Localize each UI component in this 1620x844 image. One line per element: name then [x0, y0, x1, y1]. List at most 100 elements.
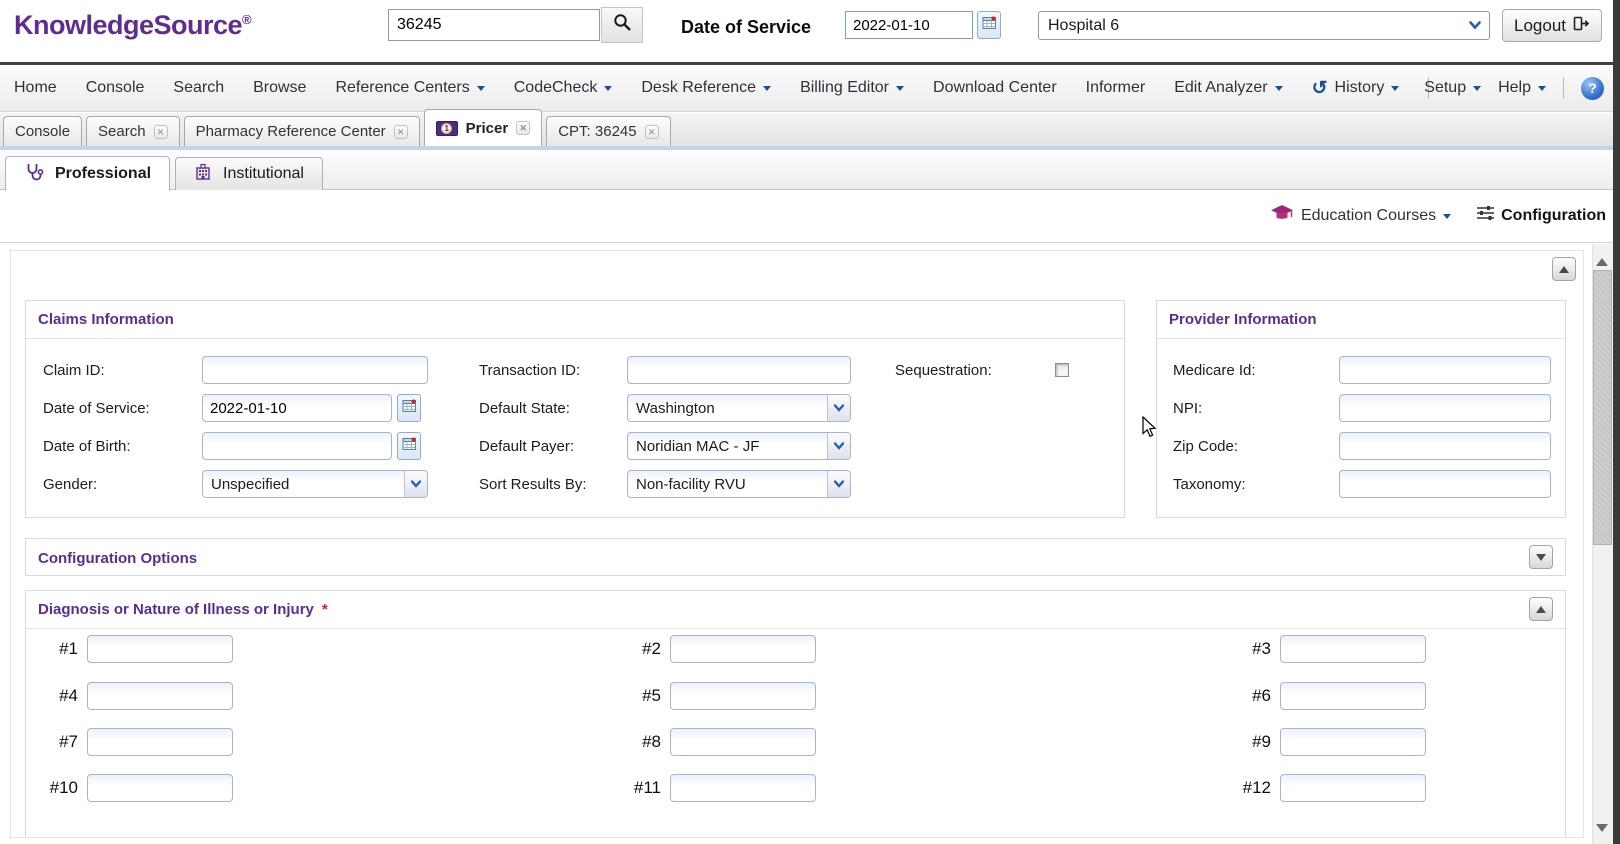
diagnosis-input-12[interactable] [1280, 774, 1426, 802]
diagnosis-input-9[interactable] [1280, 728, 1426, 756]
menu-edit-analyzer[interactable]: Edit Analyzer [1174, 79, 1282, 97]
menu-informer[interactable]: Informer [1086, 79, 1146, 97]
claims-information-title: Claims Information [26, 301, 1124, 339]
diagnosis-slot-9: #9 [1198, 728, 1426, 756]
menu-search[interactable]: Search [173, 79, 224, 97]
default-state-select[interactable]: Washington [627, 394, 851, 422]
logout-button[interactable]: Logout [1502, 9, 1602, 42]
transaction-id-input[interactable] [627, 356, 851, 384]
menu-billing-editor[interactable]: Billing Editor [800, 79, 904, 97]
tab-bar-accent-strip [0, 146, 1620, 150]
history-icon: ↺ [1312, 79, 1328, 98]
menu-history[interactable]: ↺History [1312, 79, 1400, 98]
sort-results-select[interactable]: Non-facility RVU [627, 470, 851, 498]
diagnosis-input-3[interactable] [1280, 635, 1426, 663]
search-button[interactable] [601, 7, 643, 43]
caret-down-icon [477, 86, 485, 95]
sliders-icon [1477, 205, 1494, 226]
date-of-service-calendar-button[interactable] [397, 394, 421, 422]
caret-down-icon [896, 86, 904, 95]
diagnosis-input-4[interactable] [87, 682, 233, 710]
tab-console[interactable]: Console [3, 116, 82, 146]
calendar-icon [402, 436, 417, 456]
calendar-button[interactable] [977, 11, 1001, 39]
diagnosis-slot-5: #5 [596, 682, 816, 710]
diagnosis-input-10[interactable] [87, 774, 233, 802]
document-tabs: Console Search✕ Pharmacy Reference Cente… [3, 113, 671, 146]
menu-home[interactable]: Home [14, 79, 57, 97]
close-icon[interactable]: ✕ [516, 121, 530, 135]
caret-down-icon [1443, 214, 1451, 223]
close-icon[interactable]: ✕ [154, 125, 168, 139]
date-of-service-input[interactable] [202, 394, 392, 422]
code-search-input[interactable] [388, 9, 600, 41]
scrollbar-down-arrow[interactable] [1596, 824, 1608, 838]
diagnosis-input-8[interactable] [670, 728, 816, 756]
diagnosis-input-7[interactable] [87, 728, 233, 756]
diagnosis-slot-3: #3 [1198, 635, 1426, 663]
collapse-diagnosis-button[interactable] [1529, 597, 1553, 621]
chevron-down-icon [827, 433, 850, 459]
claim-id-input[interactable] [202, 356, 428, 384]
expand-configuration-options-button[interactable] [1529, 545, 1553, 569]
facility-select[interactable]: Hospital 6 [1038, 11, 1490, 40]
diagnosis-slot-6: #6 [1198, 682, 1426, 710]
diagnosis-input-1[interactable] [87, 635, 233, 663]
diagnosis-input-2[interactable] [670, 635, 816, 663]
menu-divider [1563, 77, 1564, 99]
diagnosis-input-5[interactable] [670, 682, 816, 710]
menu-download-center[interactable]: Download Center [933, 79, 1057, 97]
screen-edge-strip [1613, 0, 1620, 844]
close-icon[interactable]: ✕ [394, 125, 408, 139]
gender-label: Gender: [43, 476, 97, 493]
diagnosis-slot-10: #10 [35, 774, 233, 802]
menu-reference-centers[interactable]: Reference Centers [335, 79, 484, 97]
tab-pricer[interactable]: 1 Pricer ✕ [424, 109, 543, 146]
education-courses-menu[interactable]: Education Courses [1270, 204, 1451, 227]
date-of-birth-input[interactable] [202, 432, 392, 460]
menu-browse[interactable]: Browse [253, 79, 306, 97]
diagnosis-slot-1: #1 [35, 635, 233, 663]
zip-code-input[interactable] [1339, 432, 1551, 460]
gender-select[interactable]: Unspecified [202, 470, 428, 498]
close-icon[interactable]: ✕ [645, 125, 659, 139]
menu-desk-reference[interactable]: Desk Reference [641, 79, 771, 97]
menu-help[interactable]: Help [1498, 79, 1546, 97]
caret-down-icon [763, 86, 771, 95]
taxonomy-input[interactable] [1339, 470, 1551, 498]
menu-right-group: Setup Help ? [1424, 65, 1604, 111]
default-payer-label: Default Payer: [479, 438, 574, 455]
menu-console[interactable]: Console [86, 79, 145, 97]
tab-pharmacy-reference-center[interactable]: Pharmacy Reference Center✕ [184, 116, 420, 146]
diagnosis-title: Diagnosis or Nature of Illness or Injury… [26, 591, 1565, 629]
scrollbar-up-arrow[interactable] [1596, 252, 1608, 266]
search-icon [613, 13, 632, 37]
date-of-service-header-label: Date of Service [681, 17, 811, 38]
configuration-link[interactable]: Configuration [1477, 205, 1606, 226]
sequestration-checkbox[interactable] [1055, 363, 1069, 377]
scrollbar-thumb[interactable] [1593, 270, 1612, 545]
npi-input[interactable] [1339, 394, 1551, 422]
diagnosis-panel: Diagnosis or Nature of Illness or Injury… [25, 590, 1566, 837]
main-menu-bar: Home Console Search Browse Reference Cen… [0, 65, 1620, 112]
menu-setup[interactable]: Setup [1424, 79, 1481, 97]
diagnosis-slot-4: #4 [35, 682, 233, 710]
date-of-service-header-input[interactable] [845, 11, 973, 39]
default-payer-select[interactable]: Noridian MAC - JF [627, 432, 851, 460]
tab-search[interactable]: Search✕ [86, 116, 180, 146]
tab-professional[interactable]: Professional [5, 156, 170, 191]
chevron-down-icon [1461, 12, 1489, 39]
collapse-main-panel-button[interactable] [1552, 257, 1576, 281]
claims-information-panel: Claims Information Claim ID: Date of Ser… [25, 300, 1125, 518]
required-marker: * [322, 601, 328, 618]
date-of-birth-calendar-button[interactable] [397, 432, 421, 460]
medicare-id-input[interactable] [1339, 356, 1551, 384]
diagnosis-input-11[interactable] [670, 774, 816, 802]
document-tab-bar: Console Search✕ Pharmacy Reference Cente… [0, 113, 1620, 146]
help-icon[interactable]: ? [1581, 77, 1604, 100]
tab-institutional[interactable]: Institutional [175, 157, 323, 190]
chevron-down-icon [827, 471, 850, 497]
diagnosis-input-6[interactable] [1280, 682, 1426, 710]
menu-codecheck[interactable]: CodeCheck [514, 79, 613, 97]
tab-cpt-36245[interactable]: CPT: 36245✕ [546, 116, 670, 146]
